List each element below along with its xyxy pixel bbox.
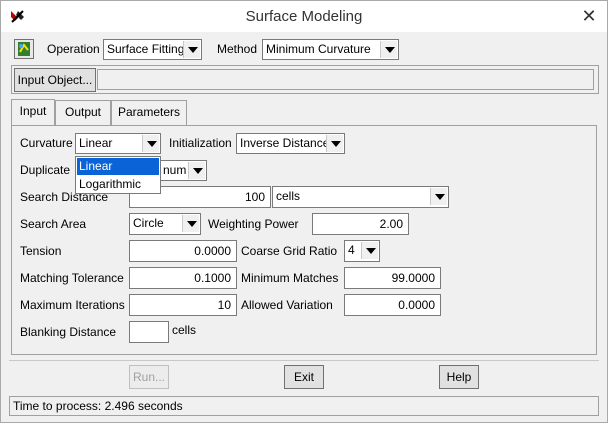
curvature-dropdown-list: Linear Logarithmic [75, 156, 161, 194]
tab-output[interactable]: Output [55, 100, 111, 125]
blanking-distance-unit: cells [172, 323, 197, 337]
close-button[interactable]: ✕ [577, 5, 601, 27]
maximum-iterations-label: Maximum Iterations [20, 298, 125, 312]
initialization-select[interactable]: Inverse Distance [236, 133, 345, 154]
method-value: Minimum Curvature [266, 42, 371, 56]
window-title: Surface Modeling [245, 8, 363, 25]
search-distance-unit-select[interactable]: cells [272, 186, 449, 208]
search-area-label: Search Area [20, 217, 87, 231]
search-distance-unit: cells [276, 189, 301, 203]
operation-icon-button[interactable] [14, 39, 34, 59]
chevron-down-icon [188, 162, 205, 179]
chevron-down-icon [326, 135, 343, 152]
method-select[interactable]: Minimum Curvature [262, 39, 399, 60]
allowed-variation-field[interactable]: 0.0000 [344, 294, 441, 316]
chevron-down-icon [182, 215, 199, 232]
chevron-down-icon [183, 41, 200, 58]
operation-value: Surface Fitting [107, 42, 185, 56]
dropdown-option-linear[interactable]: Linear [77, 158, 159, 175]
input-object-field[interactable] [97, 69, 594, 90]
tension-field[interactable]: 0.0000 [129, 240, 237, 262]
duplicate-label: Duplicate [20, 163, 71, 177]
input-object-button[interactable]: Input Object... [14, 68, 96, 92]
tab-parameters[interactable]: Parameters [111, 100, 187, 125]
chevron-down-icon [430, 188, 447, 205]
blanking-distance-field[interactable] [129, 321, 169, 343]
chevron-down-icon [361, 242, 378, 259]
curvature-label: Curvature [20, 136, 73, 150]
status-text: Time to process: 2.496 seconds [13, 399, 183, 413]
weighting-power-field[interactable]: 2.00 [312, 213, 409, 235]
close-icon: ✕ [581, 6, 597, 26]
dropdown-option-logarithmic[interactable]: Logarithmic [77, 176, 159, 193]
search-area-value: Circle [133, 216, 164, 230]
tension-label: Tension [20, 244, 62, 258]
operation-label: Operation [47, 42, 100, 56]
matching-tolerance-label: Matching Tolerance [20, 271, 124, 285]
run-button[interactable]: Run... [129, 365, 169, 389]
coarse-grid-ratio-value: 4 [348, 243, 355, 257]
curvature-select[interactable]: Linear [75, 133, 161, 154]
maximum-iterations-field[interactable]: 10 [129, 294, 237, 316]
allowed-variation-label: Allowed Variation [241, 298, 333, 312]
method-label: Method [217, 42, 258, 56]
blanking-distance-label: Blanking Distance [20, 325, 117, 339]
operation-select[interactable]: Surface Fitting [103, 39, 202, 60]
status-bar: Time to process: 2.496 seconds [9, 396, 599, 416]
curvature-value: Linear [79, 136, 113, 150]
coarse-grid-ratio-label: Coarse Grid Ratio [241, 244, 338, 258]
search-area-select[interactable]: Circle [129, 213, 201, 235]
chevron-down-icon [380, 41, 397, 58]
minimum-matches-label: Minimum Matches [241, 271, 339, 285]
initialization-label: Initialization [169, 136, 232, 150]
weighting-power-label: Weighting Power [208, 217, 299, 231]
button-separator [9, 360, 599, 361]
surface-modeling-window: Surface Modeling ✕ Operation Surface Fit… [0, 0, 608, 423]
minimum-matches-field[interactable]: 99.0000 [344, 267, 441, 289]
help-button[interactable]: Help [439, 365, 479, 389]
operation-icon [18, 42, 30, 56]
initialization-value: Inverse Distance [240, 136, 330, 150]
coarse-grid-ratio-select[interactable]: 4 [344, 240, 380, 262]
tab-input[interactable]: Input [11, 99, 55, 126]
chevron-down-icon [142, 135, 159, 152]
matching-tolerance-field[interactable]: 0.1000 [129, 267, 237, 289]
exit-button[interactable]: Exit [284, 365, 324, 389]
title-bar: Surface Modeling ✕ [1, 1, 607, 32]
